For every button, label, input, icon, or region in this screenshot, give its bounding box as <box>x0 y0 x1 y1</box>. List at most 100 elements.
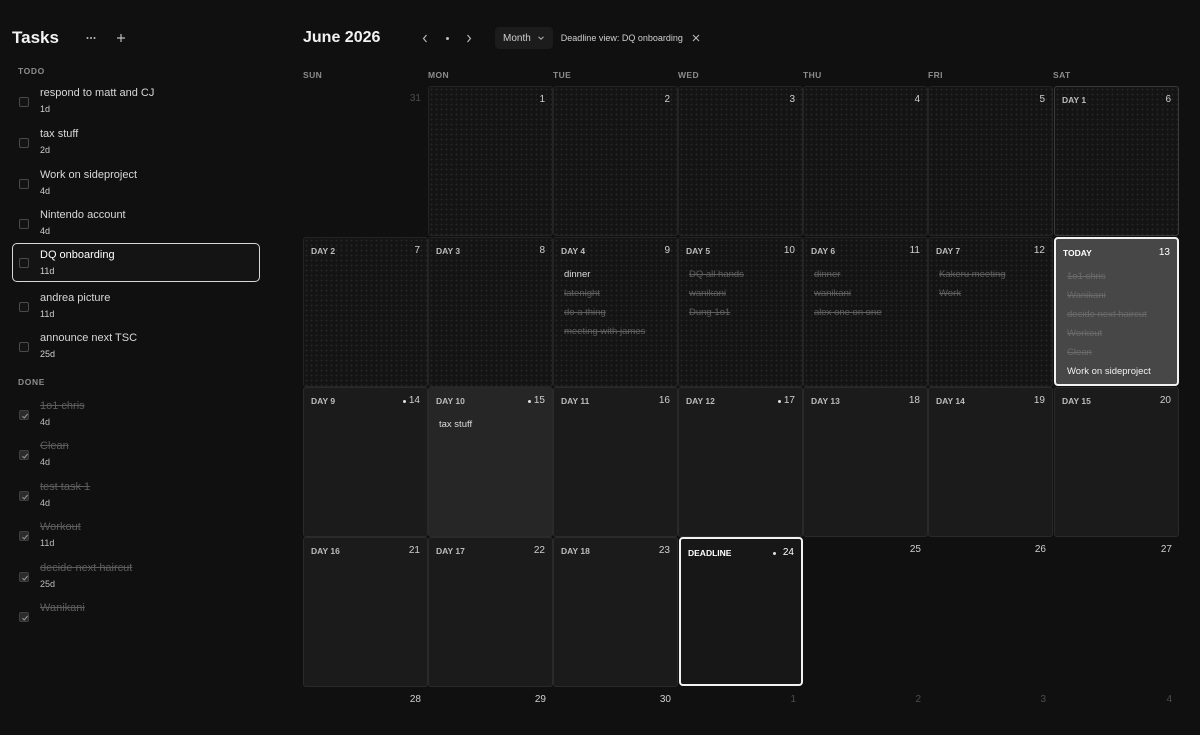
calendar-cell-hovered[interactable]: DAY 10 15 tax stuff <box>428 387 553 537</box>
calendar-event[interactable]: tax stuff <box>439 415 472 434</box>
calendar-cell-today[interactable]: TODAY 13 1o1 chris Wanikani decide next … <box>1054 237 1179 386</box>
date-number: 5 <box>1039 94 1045 105</box>
calendar-cell[interactable]: DAY 4 9 dinner latenight do a thing meet… <box>553 237 678 387</box>
task-checkbox-checked[interactable] <box>19 491 29 501</box>
calendar-cell[interactable]: DAY 2 7 <box>303 237 428 387</box>
weekday-header: FRI <box>928 70 943 80</box>
calendar-event-done[interactable]: wanikani <box>814 284 882 303</box>
previous-month-button[interactable] <box>415 28 435 48</box>
calendar-event-done[interactable]: alex one on one <box>814 303 882 322</box>
calendar-event-done[interactable]: DQ all hands <box>689 265 744 284</box>
clear-deadline-view-button[interactable] <box>689 31 703 45</box>
task-item-done[interactable]: Workout 11d <box>12 517 260 556</box>
calendar-cell[interactable]: DAY 13 18 <box>803 387 928 537</box>
calendar-cell[interactable]: 4 <box>803 86 928 236</box>
task-checkbox[interactable] <box>19 302 29 312</box>
more-options-icon[interactable] <box>83 30 99 46</box>
calendar-cell[interactable]: 28 <box>303 687 428 735</box>
calendar-cell[interactable]: DAY 3 8 <box>428 237 553 387</box>
calendar-event-done[interactable]: Work <box>939 284 1006 303</box>
task-item-done[interactable]: decide next haircut 25d <box>12 558 260 597</box>
task-age: 11d <box>40 309 55 319</box>
calendar-event-done[interactable]: Kakeru meeting <box>939 265 1006 284</box>
calendar-event-done[interactable]: Workout <box>1067 324 1151 343</box>
calendar-cell[interactable]: 27 <box>1054 537 1179 687</box>
task-checkbox-checked[interactable] <box>19 410 29 420</box>
task-item[interactable]: announce next TSC 25d <box>12 328 260 367</box>
calendar-cell[interactable]: 25 <box>803 537 928 687</box>
calendar-event-done[interactable]: Wanikani <box>1067 286 1151 305</box>
calendar-event-done[interactable]: wanikani <box>689 284 744 303</box>
calendar-cell[interactable]: DAY 15 20 <box>1054 387 1179 537</box>
today-button[interactable] <box>437 28 457 48</box>
calendar-cell[interactable]: DAY 1 6 <box>1054 86 1179 236</box>
calendar-cell[interactable]: DAY 18 23 <box>553 537 678 687</box>
calendar-cell[interactable]: DAY 16 21 <box>303 537 428 687</box>
calendar-event-done[interactable]: Dung 1o1 <box>689 303 744 322</box>
task-title: decide next haircut <box>40 562 133 574</box>
task-item-selected[interactable]: DQ onboarding 11d <box>12 243 260 282</box>
calendar-cell[interactable]: 4 <box>1054 687 1179 735</box>
calendar-cell[interactable]: DAY 6 11 dinner wanikani alex one on one <box>803 237 928 387</box>
next-month-button[interactable] <box>459 28 479 48</box>
task-item[interactable]: Work on sideproject 4d <box>12 165 260 204</box>
task-checkbox-checked[interactable] <box>19 450 29 460</box>
calendar-cell[interactable]: DAY 9 14 <box>303 387 428 537</box>
calendar-cell[interactable]: DAY 7 12 Kakeru meeting Work <box>928 237 1053 387</box>
calendar-cell[interactable]: 30 <box>553 687 678 735</box>
task-checkbox-checked[interactable] <box>19 531 29 541</box>
calendar-cell[interactable]: DAY 14 19 <box>928 387 1053 537</box>
calendar-event-done[interactable]: dinner <box>814 265 882 284</box>
task-checkbox[interactable] <box>19 258 29 268</box>
calendar-cell[interactable]: 2 <box>553 86 678 236</box>
view-select[interactable]: Month <box>495 27 553 49</box>
task-checkbox-checked[interactable] <box>19 572 29 582</box>
calendar-cell[interactable]: DAY 17 22 <box>428 537 553 687</box>
calendar-cell[interactable]: 3 <box>928 687 1053 735</box>
calendar-event[interactable]: dinner <box>564 265 645 284</box>
task-item-done[interactable]: test task 1 4d <box>12 477 260 516</box>
task-checkbox[interactable] <box>19 97 29 107</box>
calendar-event-done[interactable]: 1o1 chris <box>1067 267 1151 286</box>
calendar-event-done[interactable]: decide next haircut <box>1067 305 1151 324</box>
task-item[interactable]: respond to matt and CJ 1d <box>12 83 260 122</box>
calendar-cell-deadline[interactable]: DEADLINE 24 <box>679 537 803 686</box>
date-number: 27 <box>1160 544 1172 555</box>
checkmark-icon <box>22 453 28 459</box>
calendar-event-done[interactable]: Clean <box>1067 343 1151 362</box>
checkmark-icon <box>22 615 28 621</box>
task-checkbox[interactable] <box>19 138 29 148</box>
task-item[interactable]: Nintendo account 4d <box>12 205 260 244</box>
task-item[interactable]: andrea picture 11d <box>12 288 260 327</box>
task-item[interactable]: tax stuff 2d <box>12 124 260 163</box>
task-checkbox[interactable] <box>19 342 29 352</box>
calendar-event[interactable]: Work on sideproject <box>1067 362 1151 381</box>
calendar-event-done[interactable]: do a thing <box>564 303 645 322</box>
calendar-cell[interactable]: 1 <box>428 86 553 236</box>
calendar-event-done[interactable]: latenight <box>564 284 645 303</box>
add-task-icon[interactable] <box>113 30 129 46</box>
calendar-cell[interactable]: DAY 12 17 <box>678 387 803 537</box>
calendar-cell[interactable]: 31 <box>303 86 428 236</box>
calendar-cell[interactable]: 29 <box>428 687 553 735</box>
date-number: 18 <box>908 395 920 406</box>
task-checkbox[interactable] <box>19 219 29 229</box>
task-item-done[interactable]: 1o1 chris 4d <box>12 396 260 435</box>
day-label: DAY 18 <box>561 546 590 556</box>
task-checkbox-checked[interactable] <box>19 612 29 622</box>
calendar-cell[interactable]: 3 <box>678 86 803 236</box>
date-number: 9 <box>664 245 670 256</box>
date-number: 14 <box>408 395 420 406</box>
task-title: Work on sideproject <box>40 169 138 181</box>
calendar-cell[interactable]: 1 <box>678 687 803 735</box>
task-checkbox[interactable] <box>19 179 29 189</box>
calendar-cell[interactable]: DAY 5 10 DQ all hands wanikani Dung 1o1 <box>678 237 803 387</box>
calendar-cell[interactable]: DAY 11 16 <box>553 387 678 537</box>
calendar-event-done[interactable]: meeting with james <box>564 322 645 341</box>
date-number: 17 <box>783 395 795 406</box>
calendar-cell[interactable]: 5 <box>928 86 1053 236</box>
task-item-done[interactable]: Wanikani <box>12 598 260 637</box>
calendar-cell[interactable]: 2 <box>803 687 928 735</box>
calendar-cell[interactable]: 26 <box>928 537 1053 687</box>
task-item-done[interactable]: Clean 4d <box>12 436 260 475</box>
